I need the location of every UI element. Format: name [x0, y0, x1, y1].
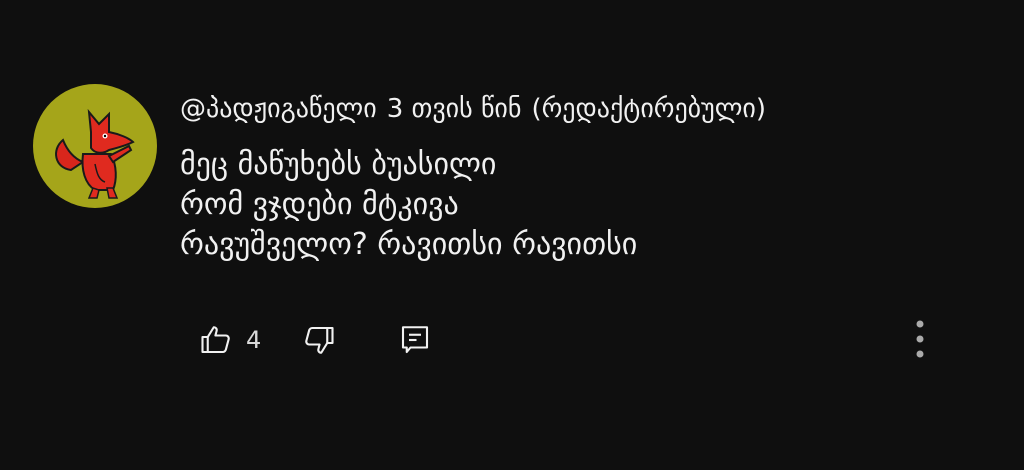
edited-label: (რედაქტირებული) — [531, 94, 766, 124]
comment-actions: 4 — [198, 318, 433, 362]
like-count: 4 — [246, 326, 262, 354]
comment-line: რავუშველო? რავითსი რავითსი — [180, 227, 638, 262]
comment-thread-item: @პადჟიგაწელი 3 თვის წინ (რედაქტირებული) მე… — [0, 0, 1024, 470]
like-button[interactable]: 4 — [198, 322, 261, 358]
thumbs-up-icon — [201, 326, 230, 354]
comment-timestamp[interactable]: 3 თვის წინ — [387, 94, 522, 124]
dislike-button[interactable] — [301, 322, 337, 358]
comment-line: რომ ვჯდები მტკივა — [180, 187, 459, 222]
comment-line: მეც მაწუხებს ბუასილი — [180, 147, 497, 182]
reply-comment-icon — [402, 326, 429, 354]
comment-header: @პადჟიგაწელი 3 თვის წინ (რედაქტირებული) — [180, 92, 776, 126]
more-options-button[interactable] — [906, 318, 934, 362]
avatar[interactable] — [33, 84, 157, 208]
thumbs-down-icon — [305, 326, 334, 354]
author-name[interactable]: @პადჟიგაწელი — [180, 94, 377, 124]
comment-body: მეც მაწუხებს ბუასილი რომ ვჯდები მტკივა რ… — [180, 145, 637, 265]
more-vertical-icon — [916, 320, 924, 358]
fox-avatar-icon — [55, 108, 135, 199]
reply-button[interactable] — [397, 322, 433, 358]
